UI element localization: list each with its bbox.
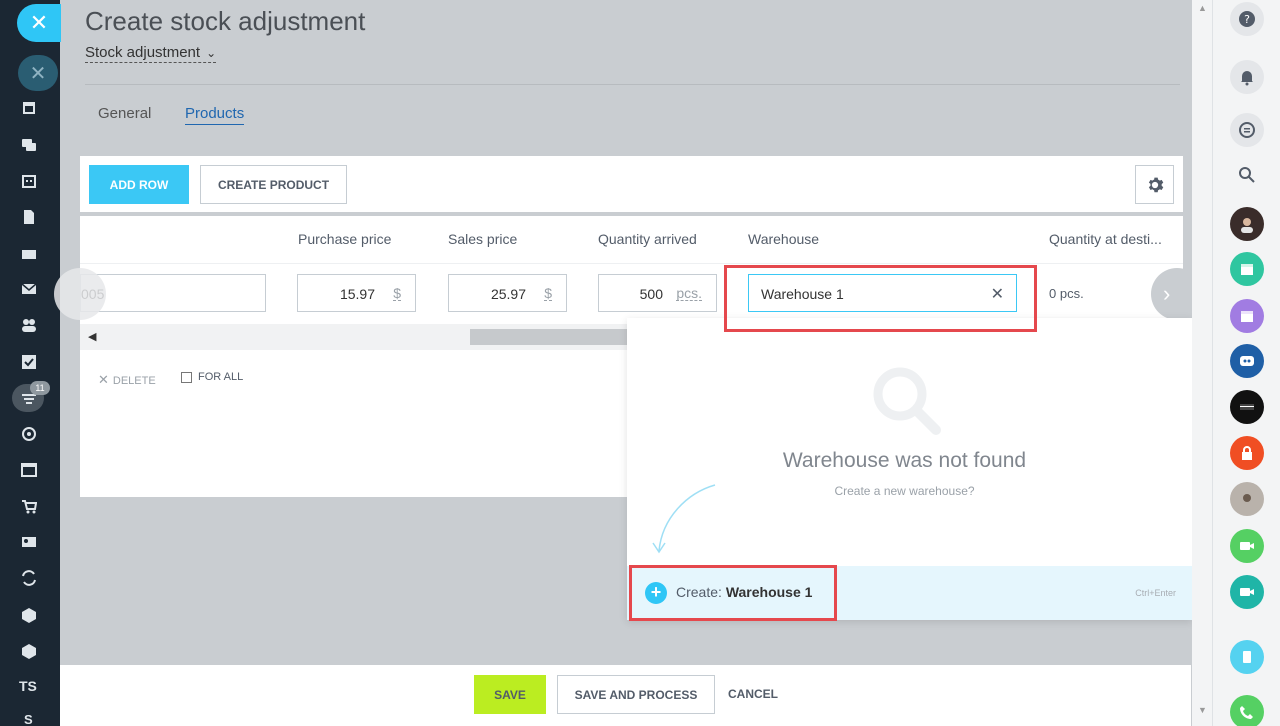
cart-icon[interactable]: [18, 496, 40, 518]
save-button[interactable]: SAVE: [474, 675, 546, 714]
user-avatar[interactable]: [1230, 207, 1264, 241]
mail-icon[interactable]: [18, 278, 40, 300]
schedule-icon[interactable]: [18, 170, 40, 192]
hotkey-hint: Ctrl+Enter: [1135, 588, 1176, 598]
delete-button[interactable]: ✕ DELETE: [98, 372, 156, 388]
search-icon: [873, 367, 941, 435]
header-divider: [80, 263, 1183, 264]
not-found-title: Warehouse was not found: [782, 449, 1027, 472]
footer-actions: SAVE SAVE AND PROCESS CANCEL: [60, 665, 1191, 726]
tab-general[interactable]: General: [98, 105, 151, 122]
calendar-icon[interactable]: [18, 97, 40, 119]
gear-icon: [1148, 177, 1163, 192]
phone-book-icon[interactable]: [1230, 640, 1264, 674]
quantity-arrived-value: 500: [639, 286, 663, 302]
contact-card-icon[interactable]: [18, 531, 40, 553]
calendar-app-icon[interactable]: [1230, 252, 1264, 286]
drive-icon[interactable]: [18, 243, 40, 265]
fusion-avatar-icon[interactable]: [1230, 390, 1264, 424]
quantity-unit[interactable]: pcs.: [676, 286, 702, 301]
warehouse-highlight: [724, 265, 1037, 332]
products-toolbar: ADD ROW CREATE PRODUCT: [80, 156, 1183, 212]
add-row-button[interactable]: ADD ROW: [89, 165, 189, 204]
close-icon: ✕: [29, 62, 47, 85]
cancel-button[interactable]: CANCEL: [728, 687, 778, 701]
search-icon[interactable]: [1230, 158, 1264, 192]
svg-text:?: ?: [1244, 13, 1250, 26]
chat-icon[interactable]: [18, 134, 40, 156]
groups-icon[interactable]: [18, 314, 40, 336]
sales-price-value: 25.97: [490, 286, 526, 302]
delete-x-icon: ✕: [98, 372, 109, 387]
video-call-icon-2[interactable]: [1230, 575, 1264, 609]
ts-label[interactable]: TS: [19, 678, 37, 694]
box-icon[interactable]: [18, 604, 40, 626]
save-and-process-button[interactable]: SAVE AND PROCESS: [557, 675, 715, 714]
delete-label: DELETE: [112, 375, 156, 387]
help-icon[interactable]: ?: [1230, 2, 1264, 36]
quantity-arrived-input[interactable]: 500 pcs.: [598, 274, 717, 312]
sync-icon[interactable]: [18, 567, 40, 589]
for-all-checkbox[interactable]: FOR ALL: [181, 371, 243, 383]
video-call-icon[interactable]: [1230, 529, 1264, 563]
product-code-input[interactable]: 005: [80, 274, 266, 312]
column-header-purchase-price: Purchase price: [298, 231, 392, 247]
close-slider-button[interactable]: ✕: [17, 4, 61, 42]
purchase-currency[interactable]: $: [393, 286, 401, 301]
tasks-icon[interactable]: [18, 351, 40, 373]
document-type-selector[interactable]: Stock adjustment ⌄: [85, 44, 217, 63]
settings-button[interactable]: [1135, 165, 1174, 204]
group-chat-icon[interactable]: [1230, 344, 1264, 378]
chevron-down-icon: ⌄: [206, 46, 217, 60]
sales-currency[interactable]: $: [544, 286, 552, 301]
sales-price-input[interactable]: 25.97 $: [448, 274, 567, 312]
lock-icon[interactable]: [1230, 436, 1264, 470]
tab-products[interactable]: Products: [185, 105, 245, 125]
messages-icon[interactable]: [1230, 113, 1264, 147]
header-divider: [85, 84, 1180, 85]
column-header-quantity-at-destination: Quantity at desti...: [1049, 231, 1162, 247]
chevron-right-icon: ›: [1163, 281, 1171, 306]
bell-icon[interactable]: [1230, 60, 1264, 94]
create-product-button[interactable]: CREATE PRODUCT: [200, 165, 347, 204]
right-sidebar: ▲ ? ▼: [1192, 0, 1280, 726]
create-option-highlight: [629, 565, 837, 621]
purchase-price-input[interactable]: 15.97 $: [297, 274, 416, 312]
column-header-sales-price: Sales price: [448, 231, 518, 247]
column-header-quantity-arrived: Quantity arrived: [598, 231, 697, 247]
notification-badge: 11: [30, 381, 50, 395]
target-icon[interactable]: [18, 423, 40, 445]
main-content: Create stock adjustment Stock adjustment…: [54, 0, 1203, 726]
for-all-label: FOR ALL: [198, 371, 244, 383]
document-type-label: Stock adjustment: [85, 44, 201, 61]
right-sidebar-divider: [1212, 0, 1213, 726]
left-sidebar: ✕ ✕ 11 TS S: [0, 0, 61, 726]
scroll-left-button[interactable]: [54, 268, 106, 320]
scroll-down-icon[interactable]: ▼: [1198, 705, 1207, 715]
calendar-group-icon[interactable]: [1230, 299, 1264, 333]
s-label[interactable]: S: [24, 712, 33, 726]
phone-icon[interactable]: [1230, 695, 1264, 726]
arrow-hint-icon: [652, 484, 716, 554]
photo-avatar[interactable]: [1230, 482, 1264, 516]
page-title: Create stock adjustment: [85, 6, 366, 36]
box-icon-2[interactable]: [18, 640, 40, 662]
scroll-left-arrow-icon[interactable]: ◀: [88, 330, 96, 343]
column-header-warehouse: Warehouse: [748, 231, 820, 247]
scroll-up-icon[interactable]: ▲: [1198, 3, 1207, 13]
close-secondary-button[interactable]: ✕: [18, 55, 58, 91]
close-icon: ✕: [29, 10, 49, 35]
window-icon[interactable]: [18, 459, 40, 481]
checkbox-box[interactable]: [181, 371, 192, 383]
quantity-at-destination-value: 0 pcs.: [1049, 286, 1084, 301]
purchase-price-value: 15.97: [339, 286, 375, 302]
document-icon[interactable]: [18, 206, 40, 228]
